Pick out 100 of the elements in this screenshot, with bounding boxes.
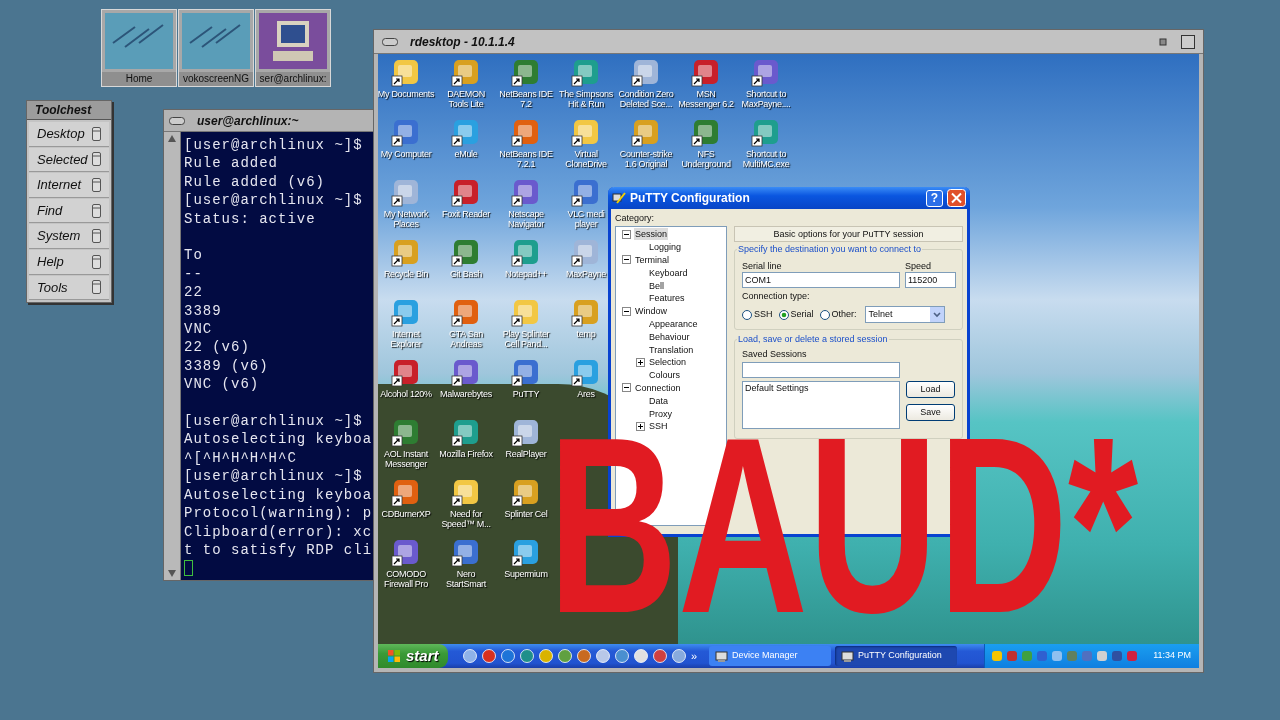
toolchest-item[interactable]: Desktop (29, 122, 109, 147)
collapse-toggle-icon[interactable] (622, 229, 631, 239)
expand-toggle-icon[interactable] (636, 357, 645, 367)
app-shortcut-icon[interactable] (511, 358, 541, 388)
tree-item[interactable]: Bell (648, 279, 665, 292)
scrollbar[interactable] (164, 132, 181, 580)
toolchest-item[interactable]: System (29, 224, 109, 249)
app-shortcut-icon[interactable] (451, 418, 481, 448)
app-shortcut-icon[interactable] (391, 298, 421, 328)
toolchest-item[interactable]: Selected (29, 147, 109, 173)
app-shortcut-icon[interactable] (451, 298, 481, 328)
desktop-icon-label[interactable]: CDBurnerXP (378, 509, 435, 519)
quick-launch-icon[interactable] (519, 648, 535, 664)
desktop-icon-label[interactable]: Nero StartSmart (437, 569, 495, 589)
radio-button[interactable] (778, 309, 789, 320)
toolchest-item[interactable]: Tools (29, 275, 109, 301)
tree-item[interactable]: Logging (648, 241, 683, 254)
desktop-icon-label[interactable]: DAEMON Tools Lite (437, 89, 495, 109)
window-menu-button[interactable] (382, 37, 398, 46)
desktop-icon-label[interactable]: Malwarebytes (437, 389, 495, 399)
workspace-icon-tile[interactable]: vokoscreenNG (178, 9, 254, 87)
desktop-icon-label[interactable]: RealPlayer (497, 449, 555, 459)
app-shortcut-icon[interactable] (391, 418, 421, 448)
app-shortcut-icon[interactable] (751, 118, 781, 148)
tree-item[interactable]: Translation (648, 343, 695, 356)
tree-item[interactable]: Keyboard (648, 266, 689, 279)
app-shortcut-icon[interactable] (511, 418, 541, 448)
collapse-toggle-icon[interactable] (622, 306, 631, 316)
toolchest-item[interactable]: Internet (29, 173, 109, 198)
app-shortcut-icon[interactable] (511, 238, 541, 268)
desktop-icon-label[interactable]: NetBeans IDE 7.2 (497, 89, 555, 109)
radio-option[interactable]: Serial (778, 309, 814, 320)
app-shortcut-icon[interactable] (391, 358, 421, 388)
app-shortcut-icon[interactable] (511, 118, 541, 148)
help-button[interactable]: ? (926, 189, 943, 207)
app-shortcut-icon[interactable] (451, 178, 481, 208)
app-shortcut-icon[interactable] (451, 538, 481, 568)
toolchest-item[interactable]: Find (29, 198, 109, 224)
desktop-icon-label[interactable]: Shortcut to MaxPayne.... (737, 89, 795, 109)
app-shortcut-icon[interactable] (451, 118, 481, 148)
app-shortcut-icon[interactable] (391, 118, 421, 148)
app-shortcut-icon[interactable] (451, 238, 481, 268)
desktop-icon-label[interactable]: The Simpsons Hit & Run (557, 89, 615, 109)
tree-item[interactable]: Window (634, 305, 668, 318)
radio-button[interactable] (819, 309, 830, 320)
desktop-icon-label[interactable]: PuTTY (497, 389, 555, 399)
app-shortcut-icon[interactable] (571, 118, 601, 148)
radio-option[interactable]: SSH (742, 309, 773, 320)
app-shortcut-icon[interactable] (691, 118, 721, 148)
minimize-button[interactable] (1159, 37, 1167, 46)
app-shortcut-icon[interactable] (571, 178, 601, 208)
app-shortcut-icon[interactable] (391, 58, 421, 88)
desktop-icon-label[interactable]: Alcohol 120% (378, 389, 435, 399)
app-shortcut-icon[interactable] (451, 58, 481, 88)
app-shortcut-icon[interactable] (571, 358, 601, 388)
workspace-icon-tile[interactable]: ser@archlinux: (255, 9, 331, 87)
quick-launch-icon[interactable] (500, 648, 516, 664)
app-shortcut-icon[interactable] (391, 478, 421, 508)
app-shortcut-icon[interactable] (571, 58, 601, 88)
app-shortcut-icon[interactable] (511, 478, 541, 508)
tree-item[interactable]: Behaviour (648, 330, 691, 343)
app-shortcut-icon[interactable] (391, 538, 421, 568)
desktop-icon-label[interactable]: AOL Instant Messenger (378, 449, 435, 469)
scroll-down-arrow-icon[interactable] (167, 569, 177, 578)
app-shortcut-icon[interactable] (451, 358, 481, 388)
app-shortcut-icon[interactable] (631, 118, 661, 148)
quick-launch-icon[interactable] (462, 648, 478, 664)
tree-item[interactable]: Terminal (634, 254, 670, 266)
app-shortcut-icon[interactable] (511, 58, 541, 88)
tree-item[interactable]: Appearance (648, 317, 699, 330)
collapse-toggle-icon[interactable] (622, 255, 631, 265)
toolchest-item[interactable]: Help (29, 249, 109, 275)
tree-item[interactable]: Selection (648, 356, 688, 369)
close-button[interactable] (947, 189, 966, 207)
app-shortcut-icon[interactable] (451, 478, 481, 508)
workspace-icon-tile[interactable]: Home (101, 9, 177, 87)
maximize-button[interactable] (1181, 34, 1195, 49)
serial-line-field[interactable]: COM1 (742, 272, 900, 288)
protocol-dropdown[interactable]: Telnet (864, 306, 945, 323)
saved-session-name-field[interactable] (742, 362, 900, 378)
desktop-icon-label[interactable]: Supermium (497, 569, 555, 579)
start-button[interactable]: start (378, 644, 448, 668)
window-menu-button[interactable] (169, 116, 185, 125)
radio-button[interactable] (742, 309, 752, 320)
tree-item[interactable]: Features (648, 292, 686, 305)
speed-field[interactable]: 115200 (905, 272, 956, 288)
tree-item[interactable]: Session (634, 228, 669, 241)
app-shortcut-icon[interactable] (511, 538, 541, 568)
desktop-icon-label[interactable]: MSN Messenger 6.2 (677, 89, 735, 109)
radio-option[interactable]: Other: (819, 309, 857, 320)
app-shortcut-icon[interactable] (631, 58, 661, 88)
quick-launch-icon[interactable] (481, 648, 497, 664)
app-shortcut-icon[interactable] (511, 178, 541, 208)
app-shortcut-icon[interactable] (691, 58, 721, 88)
app-shortcut-icon[interactable] (751, 58, 781, 88)
tree-item[interactable]: Colours (648, 369, 681, 382)
desktop-icon-label[interactable]: Mozilla Firefox (437, 449, 495, 459)
desktop-icon-label[interactable]: Splinter Cel (497, 509, 555, 519)
desktop-icon-label[interactable]: COMODO Firewall Pro (378, 569, 435, 589)
scroll-up-arrow-icon[interactable] (167, 134, 177, 143)
